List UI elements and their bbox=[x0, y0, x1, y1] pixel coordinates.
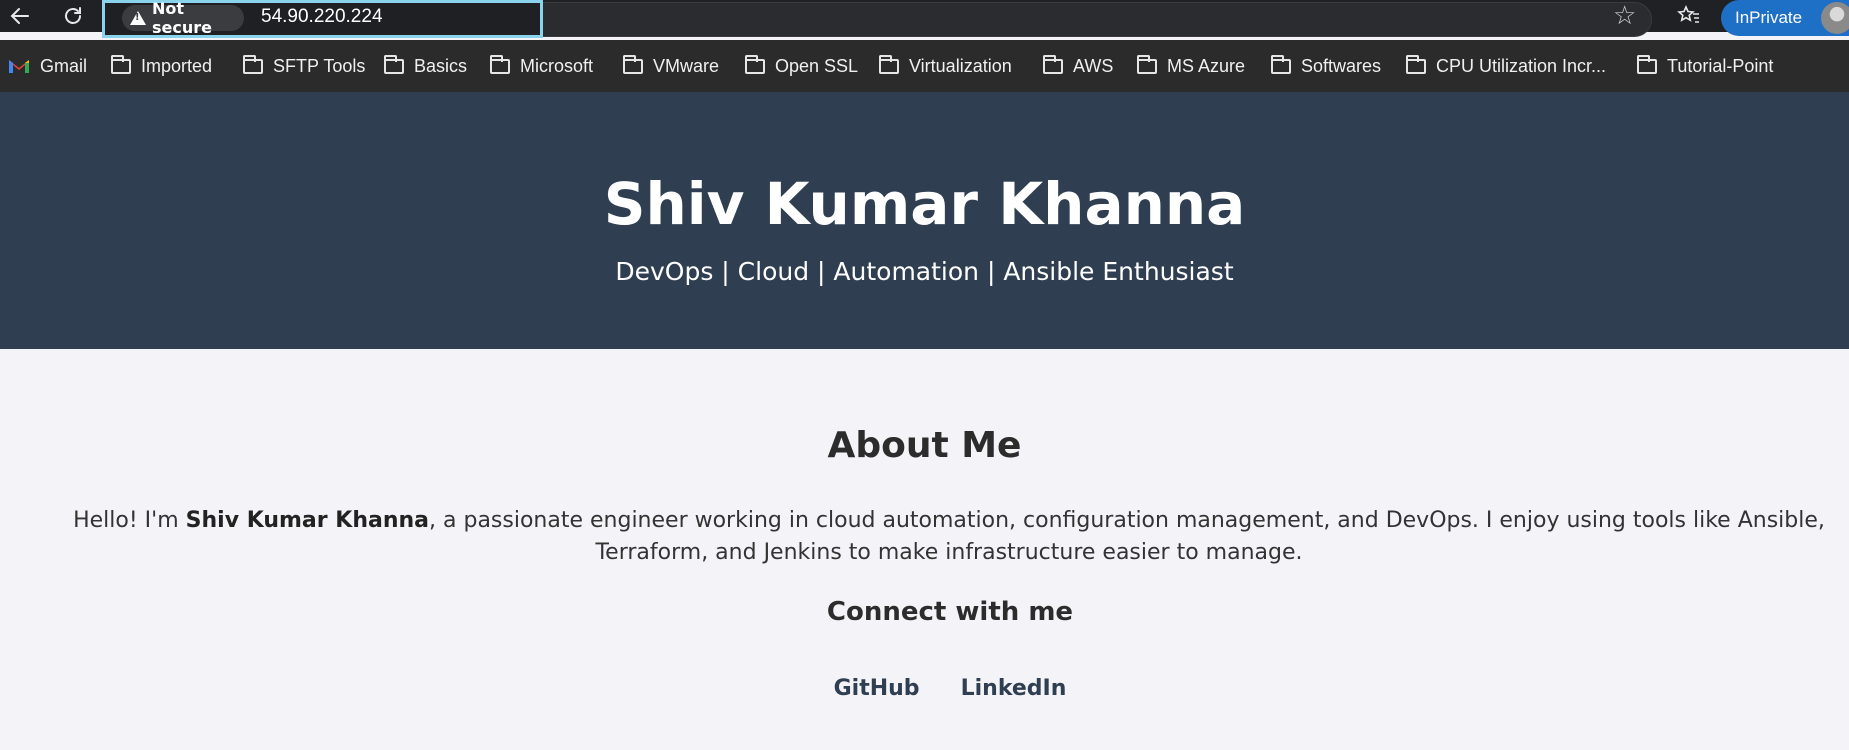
about-bio: Hello! I'm Shiv Kumar Khanna, a passiona… bbox=[38, 505, 1849, 569]
folder-icon bbox=[879, 54, 899, 74]
gmail-icon bbox=[9, 60, 29, 73]
favorite-star-icon[interactable]: ☆ bbox=[1613, 3, 1636, 29]
social-links: GitHub LinkedIn bbox=[0, 676, 1849, 701]
folder-icon bbox=[1637, 54, 1657, 74]
bio-suffix: , a passionate engineer working in cloud… bbox=[429, 508, 1825, 565]
inprivate-label: InPrivate bbox=[1735, 8, 1803, 27]
bookmark-label: Softwares bbox=[1301, 55, 1382, 76]
bookmark-label: Virtualization bbox=[909, 55, 1012, 76]
folder-icon bbox=[1271, 54, 1291, 74]
folder-icon bbox=[745, 54, 765, 74]
profile-avatar[interactable] bbox=[1821, 2, 1849, 34]
github-link[interactable]: GitHub bbox=[834, 676, 920, 701]
bookmark-label: Gmail bbox=[40, 55, 88, 76]
bookmark-label: SFTP Tools bbox=[273, 55, 366, 76]
back-button[interactable] bbox=[6, 2, 34, 30]
bookmark-folder-microsoft[interactable]: Microsoft bbox=[490, 52, 593, 80]
bookmark-label: CPU Utilization Incr... bbox=[1436, 55, 1607, 76]
hero-header: Shiv Kumar Khanna DevOps | Cloud | Autom… bbox=[0, 92, 1849, 349]
folder-icon bbox=[490, 54, 510, 74]
bookmark-label: Tutorial-Point bbox=[1667, 55, 1774, 76]
bookmark-label: Imported bbox=[141, 55, 213, 76]
folder-icon bbox=[1043, 54, 1063, 74]
warning-icon bbox=[130, 11, 146, 25]
bookmark-label: AWS bbox=[1073, 55, 1114, 76]
security-indicator[interactable]: Not secure bbox=[122, 0, 244, 37]
refresh-button[interactable] bbox=[59, 2, 87, 30]
site-owner-name: Shiv Kumar Khanna bbox=[603, 170, 1246, 238]
bookmark-folder-ms-azure[interactable]: MS Azure bbox=[1137, 52, 1245, 80]
security-label: Not secure bbox=[152, 0, 212, 37]
connect-heading: Connect with me bbox=[826, 597, 1074, 627]
url-text[interactable]: 54.90.220.224 bbox=[261, 6, 383, 28]
bookmarks-bar: Gmail Imported SFTP Tools Basics Microso… bbox=[0, 40, 1849, 92]
folder-icon bbox=[384, 54, 404, 74]
about-heading: About Me bbox=[827, 425, 1022, 466]
folder-icon bbox=[1137, 54, 1157, 74]
refresh-icon bbox=[65, 7, 81, 24]
bookmark-folder-tutorial-point[interactable]: Tutorial-Point bbox=[1637, 52, 1773, 80]
folder-icon bbox=[111, 54, 131, 74]
bookmark-folder-softwares[interactable]: Softwares bbox=[1271, 52, 1381, 80]
bookmark-folder-open-ssl[interactable]: Open SSL bbox=[745, 52, 858, 80]
bookmark-label: Basics bbox=[414, 55, 468, 76]
favorites-icon[interactable] bbox=[1677, 4, 1701, 34]
bio-prefix: Hello! I'm bbox=[73, 508, 186, 533]
folder-icon bbox=[243, 54, 263, 74]
bookmark-folder-cpu-utilization[interactable]: CPU Utilization Incr... bbox=[1406, 52, 1606, 80]
folder-icon bbox=[623, 54, 643, 74]
bookmark-label: MS Azure bbox=[1167, 55, 1246, 76]
tagline: DevOps | Cloud | Automation | Ansible En… bbox=[615, 257, 1234, 286]
folder-icon bbox=[1406, 54, 1426, 74]
bookmark-folder-imported[interactable]: Imported bbox=[111, 52, 212, 80]
bio-name: Shiv Kumar Khanna bbox=[185, 508, 430, 533]
bookmark-folder-virtualization[interactable]: Virtualization bbox=[879, 52, 1012, 80]
bookmark-label: Microsoft bbox=[520, 55, 594, 76]
bookmark-gmail[interactable]: Gmail bbox=[8, 52, 87, 80]
bookmark-folder-vmware[interactable]: VMware bbox=[623, 52, 719, 80]
bookmark-folder-basics[interactable]: Basics bbox=[384, 52, 467, 80]
back-arrow-icon bbox=[10, 8, 29, 24]
bookmark-folder-aws[interactable]: AWS bbox=[1043, 52, 1113, 80]
bookmark-label: Open SSL bbox=[775, 55, 859, 76]
linkedin-link[interactable]: LinkedIn bbox=[961, 676, 1067, 701]
bookmark-folder-sftp-tools[interactable]: SFTP Tools bbox=[243, 52, 365, 80]
bookmark-label: VMware bbox=[653, 55, 720, 76]
